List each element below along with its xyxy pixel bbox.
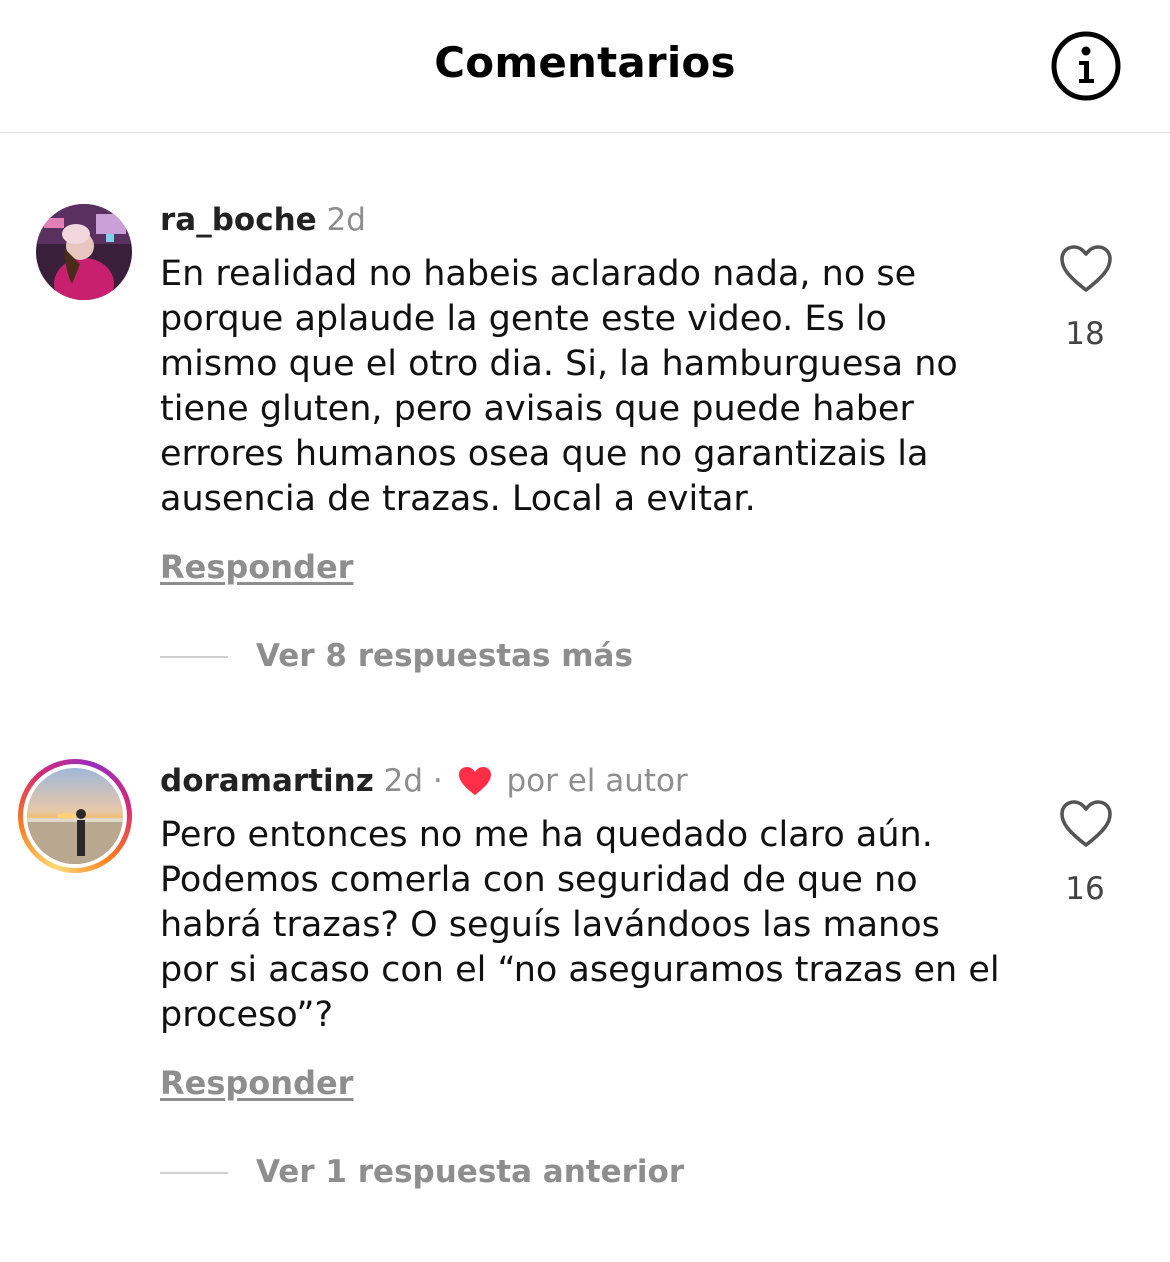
comment-text: En realidad no habeis aclarado nada, no … <box>160 254 958 519</box>
comment-time: 2d <box>326 202 366 238</box>
avatar <box>27 768 123 864</box>
like-button[interactable] <box>1058 799 1114 849</box>
username[interactable]: doramartinz <box>160 763 374 799</box>
info-button[interactable] <box>1050 30 1122 102</box>
comment-text: Pero entonces no me ha quedado claro aún… <box>160 815 1000 1035</box>
page-title: Comentarios <box>434 38 736 87</box>
avatar-photo-icon <box>36 204 132 300</box>
author-liked-heart-icon <box>458 767 491 795</box>
meta-separator: · <box>432 763 443 799</box>
avatar[interactable] <box>36 204 132 300</box>
avatar-photo-icon <box>27 768 123 864</box>
header-bar: Comentarios <box>0 0 1170 133</box>
liked-by-author-label: por el autor <box>506 763 688 799</box>
username[interactable]: ra_boche <box>160 202 317 238</box>
like-button[interactable] <box>1058 244 1114 294</box>
view-replies-label: Ver 1 respuesta anterior <box>256 1154 685 1190</box>
comment-time: 2d <box>383 763 424 799</box>
reply-button[interactable]: Responder <box>160 1064 353 1102</box>
heart-outline-icon <box>1060 800 1112 847</box>
replies-divider-line <box>160 1172 228 1174</box>
view-replies-label: Ver 8 respuestas más <box>256 638 633 674</box>
info-circle-icon <box>1051 31 1121 101</box>
comment-meta: ra_boche 2d <box>160 200 366 240</box>
heart-outline-icon <box>1060 245 1112 292</box>
reply-button[interactable]: Responder <box>160 548 353 586</box>
comment-meta: doramartinz 2d · por el autor <box>160 761 688 801</box>
replies-divider-line <box>160 656 228 658</box>
avatar-story-ring[interactable] <box>18 759 132 873</box>
like-count: 18 <box>1065 316 1105 352</box>
like-count: 16 <box>1065 871 1105 907</box>
